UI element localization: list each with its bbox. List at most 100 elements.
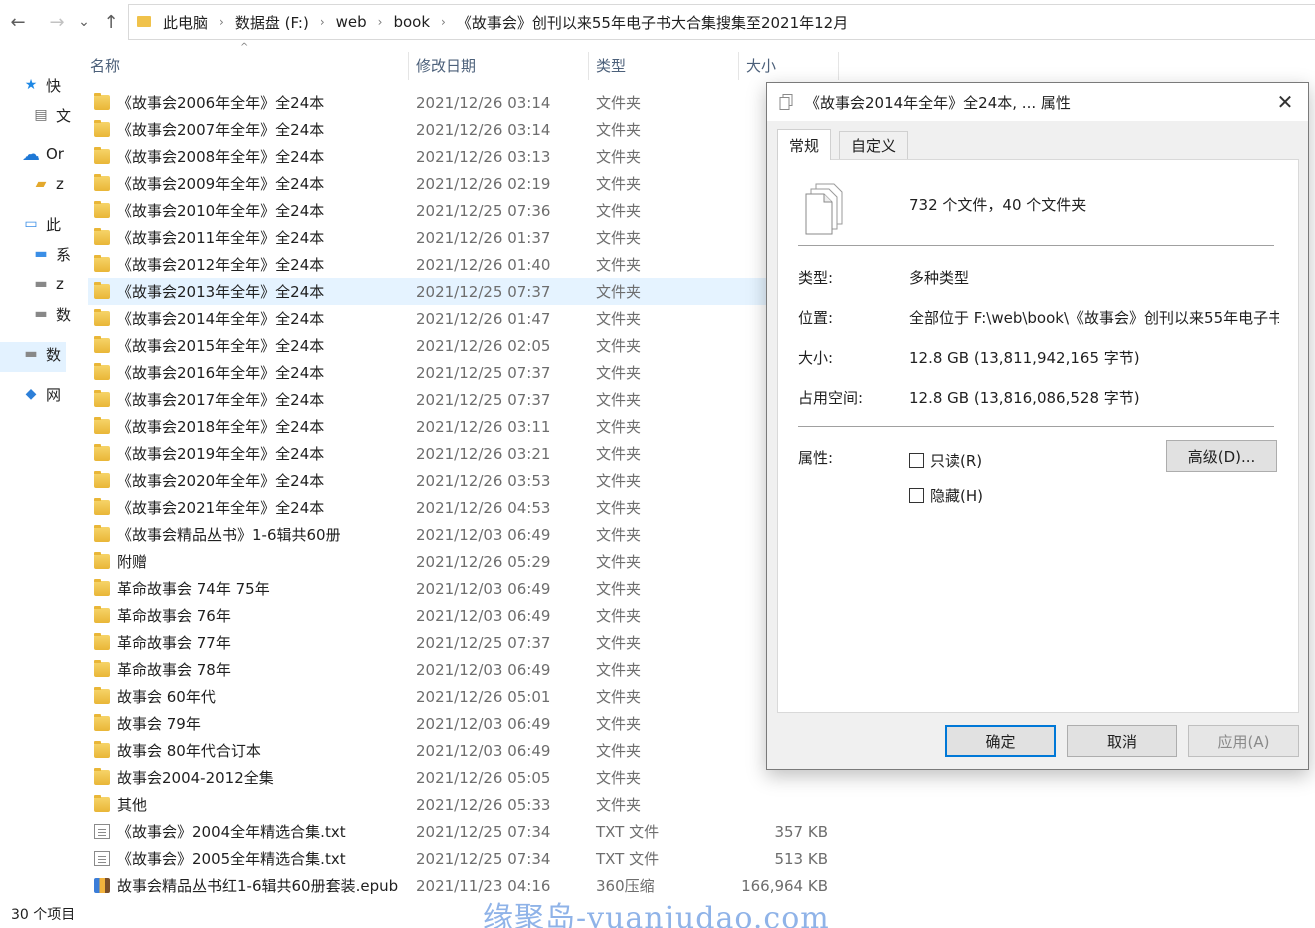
chevron-right-icon[interactable]: ›	[219, 15, 224, 29]
file-row[interactable]: 故事会 80年代合订本 2021/12/03 06:49 文件夹	[88, 737, 838, 764]
column-header-name[interactable]: 名称	[90, 52, 408, 78]
file-type: 文件夹	[596, 148, 642, 166]
file-type: 文件夹	[596, 634, 642, 652]
nav-item-folder[interactable]: ▰ z	[32, 173, 76, 195]
dialog-title-bar[interactable]: 《故事会2014年全年》全24本, ... 属性 ✕	[767, 83, 1308, 121]
folder-icon	[94, 471, 110, 488]
apply-button[interactable]: 应用(A)	[1188, 725, 1299, 757]
column-header-type[interactable]: 类型	[596, 52, 736, 78]
folder-icon	[94, 660, 110, 677]
nav-item-system-drive[interactable]: ▬ 系	[32, 243, 76, 265]
file-row[interactable]: 《故事会2008年全年》全24本 2021/12/26 03:13 文件夹	[88, 143, 838, 170]
file-row[interactable]: 革命故事会 74年 75年 2021/12/03 06:49 文件夹	[88, 575, 838, 602]
address-bar[interactable]: 此电脑 › 数据盘 (F:) › web › book › 《故事会》创刊以来55年电子…	[128, 4, 1315, 40]
file-row[interactable]: 革命故事会 76年 2021/12/03 06:49 文件夹	[88, 602, 838, 629]
nav-item-drive[interactable]: ▬ z	[32, 273, 76, 295]
folder-icon	[94, 228, 110, 245]
up-button[interactable]: ↑	[98, 8, 124, 36]
file-row[interactable]: 故事会 79年 2021/12/03 06:49 文件夹	[88, 710, 838, 737]
checkbox-box[interactable]	[909, 453, 924, 468]
nav-item-documents[interactable]: ▤ 文	[32, 104, 76, 126]
breadcrumb-web[interactable]: web	[336, 13, 367, 31]
file-row[interactable]: 《故事会精品丛书》1-6辑共60册 2021/12/03 06:49 文件夹	[88, 521, 838, 548]
column-divider[interactable]	[838, 52, 839, 80]
tab-general[interactable]: 常规	[777, 129, 832, 160]
file-date: 2021/12/26 03:13	[416, 147, 551, 166]
readonly-checkbox[interactable]: 只读(R)	[909, 450, 982, 471]
file-row[interactable]: 《故事会2010年全年》全24本 2021/12/25 07:36 文件夹	[88, 197, 838, 224]
file-row[interactable]: 《故事会2020年全年》全24本 2021/12/26 03:53 文件夹	[88, 467, 838, 494]
breadcrumb-this-pc[interactable]: 此电脑	[163, 12, 208, 33]
column-divider[interactable]	[738, 52, 739, 80]
file-row[interactable]: 《故事会2015年全年》全24本 2021/12/26 02:05 文件夹	[88, 332, 838, 359]
divider	[798, 426, 1274, 427]
nav-item-onedrive[interactable]: ☁ Or	[22, 143, 66, 165]
multiple-files-icon	[805, 183, 843, 235]
nav-item-network[interactable]: ◆ 网	[22, 383, 66, 405]
file-row[interactable]: 《故事会2009年全年》全24本 2021/12/26 02:19 文件夹	[88, 170, 838, 197]
advanced-button[interactable]: 高级(D)...	[1166, 440, 1277, 472]
file-type: 文件夹	[596, 499, 642, 517]
cancel-button[interactable]: 取消	[1067, 725, 1177, 757]
file-row[interactable]: 《故事会》2005全年精选合集.txt 2021/12/25 07:34 TXT 文…	[88, 845, 838, 872]
hidden-checkbox[interactable]: 隐藏(H)	[909, 485, 983, 506]
column-divider[interactable]	[408, 52, 409, 80]
tab-custom[interactable]: 自定义	[839, 131, 909, 159]
folder-icon: ▰	[35, 176, 47, 192]
nav-item-this-pc[interactable]: ▭ 此	[22, 213, 66, 235]
column-header-size[interactable]: 大小	[746, 52, 836, 78]
file-row[interactable]: 《故事会2012年全年》全24本 2021/12/26 01:40 文件夹	[88, 251, 838, 278]
chevron-right-icon[interactable]: ›	[320, 15, 325, 29]
file-name: 《故事会2007年全年》全24本	[117, 121, 325, 139]
file-type: 文件夹	[596, 94, 642, 112]
file-type: 文件夹	[596, 796, 642, 814]
file-type: 文件夹	[596, 661, 642, 679]
file-row[interactable]: 革命故事会 77年 2021/12/25 07:37 文件夹	[88, 629, 838, 656]
column-divider[interactable]	[588, 52, 589, 80]
file-name: 《故事会2016年全年》全24本	[117, 364, 325, 382]
file-name: 《故事会2020年全年》全24本	[117, 472, 325, 490]
file-type: 文件夹	[596, 337, 642, 355]
file-row[interactable]: 《故事会2018年全年》全24本 2021/12/26 03:11 文件夹	[88, 413, 838, 440]
document-icon: ▤	[34, 107, 48, 123]
column-header-date[interactable]: 修改日期	[416, 52, 588, 78]
file-date: 2021/12/26 03:21	[416, 444, 551, 463]
file-row[interactable]: 其他 2021/12/26 05:33 文件夹	[88, 791, 838, 818]
file-row[interactable]: 故事会 60年代 2021/12/26 05:01 文件夹	[88, 683, 838, 710]
file-date: 2021/12/26 01:37	[416, 228, 551, 247]
nav-item-label: 此	[46, 215, 62, 234]
file-name: 故事会精品丛书红1-6辑共60册套装.epub	[117, 877, 399, 895]
file-row[interactable]: 革命故事会 78年 2021/12/03 06:49 文件夹	[88, 656, 838, 683]
file-date: 2021/12/03 06:49	[416, 606, 551, 625]
nav-item-data-drive-selected[interactable]: ▬ 数	[32, 303, 76, 325]
file-date: 2021/12/03 06:49	[416, 660, 551, 679]
chevron-right-icon[interactable]: ›	[441, 15, 446, 29]
breadcrumb-book[interactable]: book	[393, 13, 430, 31]
nav-item-quick-access[interactable]: ★ 快	[22, 74, 66, 96]
file-row[interactable]: 《故事会2013年全年》全24本 2021/12/25 07:37 文件夹	[88, 278, 838, 305]
hidden-label: 隐藏(H)	[930, 487, 983, 505]
file-name: 《故事会2012年全年》全24本	[117, 256, 325, 274]
close-button[interactable]: ✕	[1274, 90, 1296, 114]
file-row[interactable]: 《故事会2017年全年》全24本 2021/12/25 07:37 文件夹	[88, 386, 838, 413]
file-size: 513 KB	[774, 849, 828, 868]
back-button[interactable]: ←	[5, 8, 31, 36]
file-row[interactable]: 《故事会2007年全年》全24本 2021/12/26 03:14 文件夹	[88, 116, 838, 143]
recent-locations-button[interactable]: ⌄	[74, 8, 94, 36]
file-row[interactable]: 故事会2004-2012全集 2021/12/26 05:05 文件夹	[88, 764, 838, 791]
nav-item-data-drive[interactable]: ▬ 数	[22, 343, 66, 365]
forward-button[interactable]: →	[44, 8, 70, 36]
chevron-right-icon[interactable]: ›	[378, 15, 383, 29]
file-row[interactable]: 《故事会2019年全年》全24本 2021/12/26 03:21 文件夹	[88, 440, 838, 467]
file-row[interactable]: 附赠 2021/12/26 05:29 文件夹	[88, 548, 838, 575]
checkbox-box[interactable]	[909, 488, 924, 503]
breadcrumb-drive[interactable]: 数据盘 (F:)	[235, 12, 309, 33]
file-row[interactable]: 《故事会》2004全年精选合集.txt 2021/12/25 07:34 TXT 文…	[88, 818, 838, 845]
file-row[interactable]: 《故事会2016年全年》全24本 2021/12/25 07:37 文件夹	[88, 359, 838, 386]
file-row[interactable]: 《故事会2021年全年》全24本 2021/12/26 04:53 文件夹	[88, 494, 838, 521]
file-row[interactable]: 《故事会2014年全年》全24本 2021/12/26 01:47 文件夹	[88, 305, 838, 332]
breadcrumb-current-folder[interactable]: 《故事会》创刊以来55年电子书大合集搜集至2021年12月	[457, 12, 848, 33]
file-row[interactable]: 《故事会2011年全年》全24本 2021/12/26 01:37 文件夹	[88, 224, 838, 251]
ok-button[interactable]: 确定	[945, 725, 1056, 757]
file-row[interactable]: 《故事会2006年全年》全24本 2021/12/26 03:14 文件夹	[88, 89, 838, 116]
